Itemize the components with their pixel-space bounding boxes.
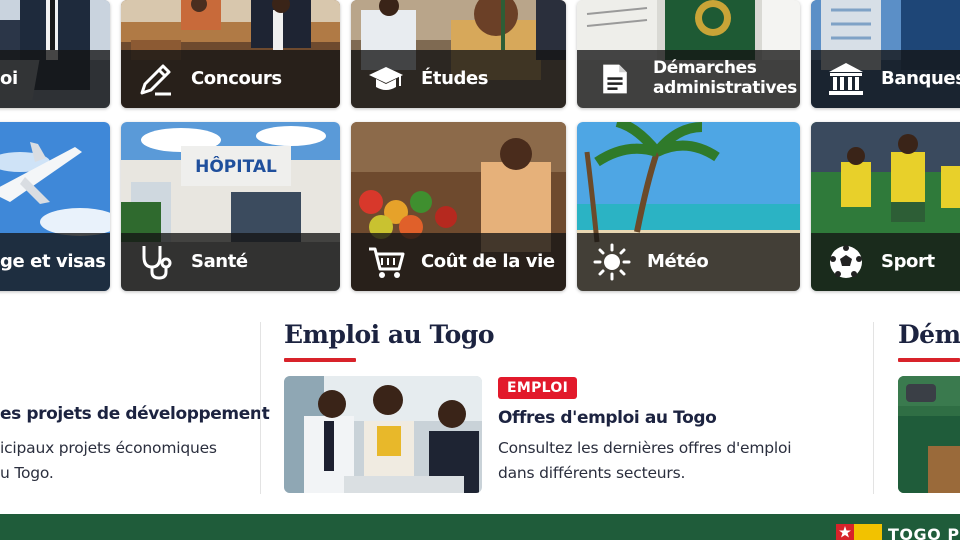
shopping-cart-icon xyxy=(369,247,405,278)
tile-label: Santé xyxy=(191,250,248,272)
article-thumbnail-emploi[interactable] xyxy=(284,376,482,493)
article-thumbnail-demarches[interactable] xyxy=(898,376,960,493)
site-footer: TOGO PR xyxy=(0,514,960,540)
section-divider xyxy=(260,322,261,494)
tile-label: Banques e xyxy=(881,67,960,89)
sun-icon xyxy=(593,243,631,281)
article-desc-line1: Consultez les dernières offres d'emploi xyxy=(498,439,792,457)
article-title-offres[interactable]: Offres d'emploi au Togo xyxy=(498,408,717,428)
soccer-ball-icon xyxy=(830,245,862,278)
tile-label: Sport xyxy=(881,250,935,272)
category-tile-sante[interactable]: HÔPITAL Santé xyxy=(121,122,340,291)
togo-flag-logo xyxy=(836,524,882,540)
category-tile-cout-vie[interactable]: Coût de la vie xyxy=(351,122,566,291)
section-divider xyxy=(873,322,874,494)
section-title-underline xyxy=(284,358,356,362)
article-title-developpement[interactable]: es projets de développement xyxy=(0,404,270,424)
document-icon xyxy=(603,64,627,94)
article-desc-line2: u Togo. xyxy=(0,464,54,482)
category-tile-concours[interactable]: Concours xyxy=(121,0,340,108)
category-tile-emploi[interactable]: oi xyxy=(0,0,110,108)
category-tile-demarches[interactable]: Démarches administratives xyxy=(577,0,800,108)
bank-icon xyxy=(829,63,863,95)
category-tile-meteo[interactable]: Météo xyxy=(577,122,800,291)
section-title-underline xyxy=(898,358,960,362)
tile-label: oi xyxy=(0,67,18,89)
category-tile-sport[interactable]: Sport xyxy=(811,122,960,291)
category-badge-emploi[interactable]: EMPLOI xyxy=(498,377,578,399)
tile-label: ge et visas xyxy=(0,250,106,272)
tile-label: Météo xyxy=(647,250,709,272)
pencil-edit-icon xyxy=(140,64,171,96)
section-title-emploi[interactable]: Emploi au Togo xyxy=(284,320,495,349)
stethoscope-icon xyxy=(142,246,172,280)
tile-label-line1: Démarches xyxy=(653,58,757,79)
category-tile-banques[interactable]: Banques e xyxy=(811,0,960,108)
article-desc-line2: dans différents secteurs. xyxy=(498,464,686,482)
category-tile-voyage-visas[interactable]: ge et visas xyxy=(0,122,110,291)
tile-label: Concours xyxy=(191,67,282,89)
article-desc-line1: icipaux projets économiques xyxy=(0,439,217,457)
tile-label: Coût de la vie xyxy=(421,250,555,272)
section-title-demarches[interactable]: Déma xyxy=(898,320,960,349)
tile-label-line2: administratives xyxy=(653,78,797,98)
tile-label: Études xyxy=(421,67,489,89)
category-tile-etudes[interactable]: Études xyxy=(351,0,566,108)
graduation-cap-icon xyxy=(369,67,403,90)
hospital-sign-text: HÔPITAL xyxy=(195,155,277,177)
footer-logo-text[interactable]: TOGO PR xyxy=(888,525,960,540)
